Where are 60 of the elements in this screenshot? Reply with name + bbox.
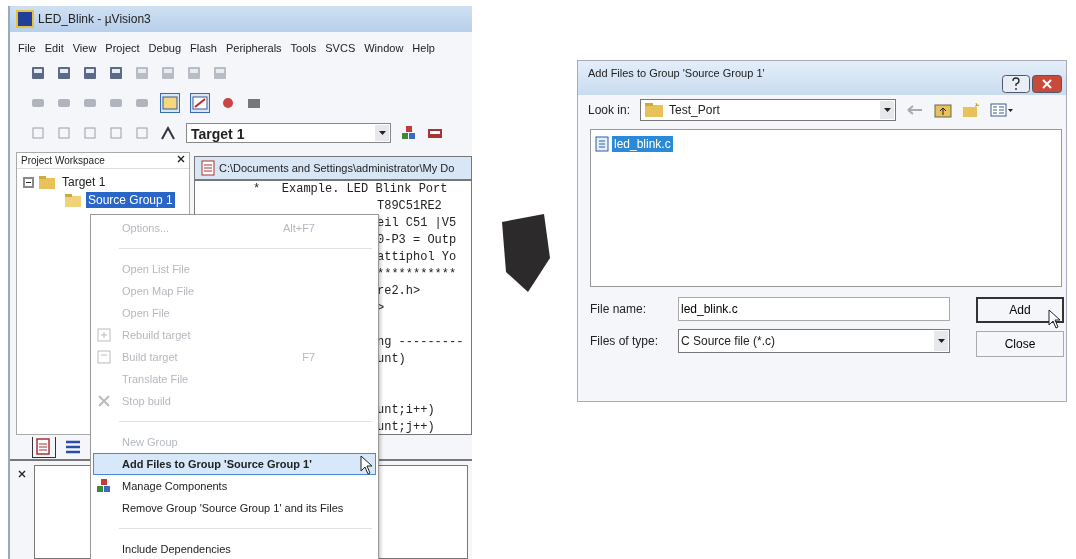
tree-item[interactable]: Target 1 xyxy=(60,174,108,190)
debug-icon[interactable] xyxy=(220,95,236,111)
code-line: *********** xyxy=(377,267,457,281)
menu-item[interactable]: Add Files to Group 'Source Group 1' xyxy=(93,453,376,475)
menu-item[interactable]: Tools xyxy=(290,42,317,54)
document-icon xyxy=(201,160,215,176)
menu-item[interactable]: Project xyxy=(105,42,140,54)
components-icon xyxy=(96,478,112,494)
field-label: Files of type: xyxy=(590,334,660,348)
components-icon[interactable] xyxy=(401,125,417,141)
menu-item[interactable]: Manage Components xyxy=(93,475,376,497)
mouse-pointer-icon xyxy=(1048,309,1062,329)
close-icon[interactable] xyxy=(177,155,185,163)
target-select[interactable]: Target 1 xyxy=(186,123,391,143)
view-menu-icon[interactable] xyxy=(990,102,1015,118)
code-line: T89C51RE2 xyxy=(377,199,442,213)
menu-item[interactable]: Window xyxy=(364,42,404,54)
code-line: * Example. LED Blink Port xyxy=(253,182,448,196)
folder-icon xyxy=(645,103,664,117)
look-in-select[interactable]: Test_Port xyxy=(640,99,897,121)
field-label: Look in: xyxy=(588,103,631,117)
folder-icon xyxy=(65,193,81,207)
files-tab-icon[interactable] xyxy=(32,436,56,458)
tree-item[interactable]: Source Group 1 xyxy=(86,192,175,208)
dropdown-arrow-icon[interactable] xyxy=(378,131,386,135)
menu-item[interactable]: File xyxy=(18,42,36,54)
file-path: C:\Documents and Settings\administrator\My Do xyxy=(219,162,455,174)
menu-item[interactable]: SVCS xyxy=(325,42,356,54)
menu-item[interactable]: Flash xyxy=(190,42,217,54)
menu-item[interactable]: Include Dependencies xyxy=(93,538,376,559)
window-title: LED_Blink - µVision3 xyxy=(38,12,151,26)
close-button[interactable] xyxy=(1032,75,1062,93)
up-folder-icon[interactable] xyxy=(934,102,953,118)
panel-title: Project Workspace xyxy=(21,155,105,166)
close-icon[interactable] xyxy=(18,470,26,478)
file-entry[interactable]: led_blink.c xyxy=(612,136,673,152)
code-line: attiphol Yo xyxy=(377,250,457,264)
folder-icon xyxy=(39,175,55,189)
c-file-icon xyxy=(595,136,609,152)
mouse-pointer-icon xyxy=(360,455,374,475)
dropdown-arrow-icon[interactable] xyxy=(883,108,891,112)
file-type-select[interactable]: C Source file (*.c) xyxy=(678,329,950,353)
menu-item[interactable]: Peripherals xyxy=(225,42,282,54)
output-toggle-icon[interactable] xyxy=(190,93,210,113)
dropdown-arrow-icon[interactable] xyxy=(937,339,945,343)
menu-item[interactable]: View xyxy=(72,42,97,54)
file-name-field[interactable]: led_blink.c xyxy=(678,297,950,321)
dialog-button[interactable]: Close xyxy=(976,331,1064,357)
field-label: File name: xyxy=(590,302,648,316)
menu-item[interactable]: Edit xyxy=(44,42,64,54)
help-button[interactable] xyxy=(1002,75,1030,93)
dialog-title: Add Files to Group 'Source Group 1' xyxy=(588,67,765,79)
menu-item[interactable]: Help xyxy=(412,42,435,54)
menu-item[interactable]: Remove Group 'Source Group 1' and its Files xyxy=(93,497,376,519)
collapse-icon[interactable] xyxy=(23,176,34,188)
menu-item[interactable]: Debug xyxy=(148,42,182,54)
code-line: re2.h> xyxy=(377,284,421,298)
dialog-button[interactable]: Add xyxy=(976,297,1064,323)
workspace-toggle-icon[interactable] xyxy=(160,93,180,113)
app-icon xyxy=(16,10,34,28)
